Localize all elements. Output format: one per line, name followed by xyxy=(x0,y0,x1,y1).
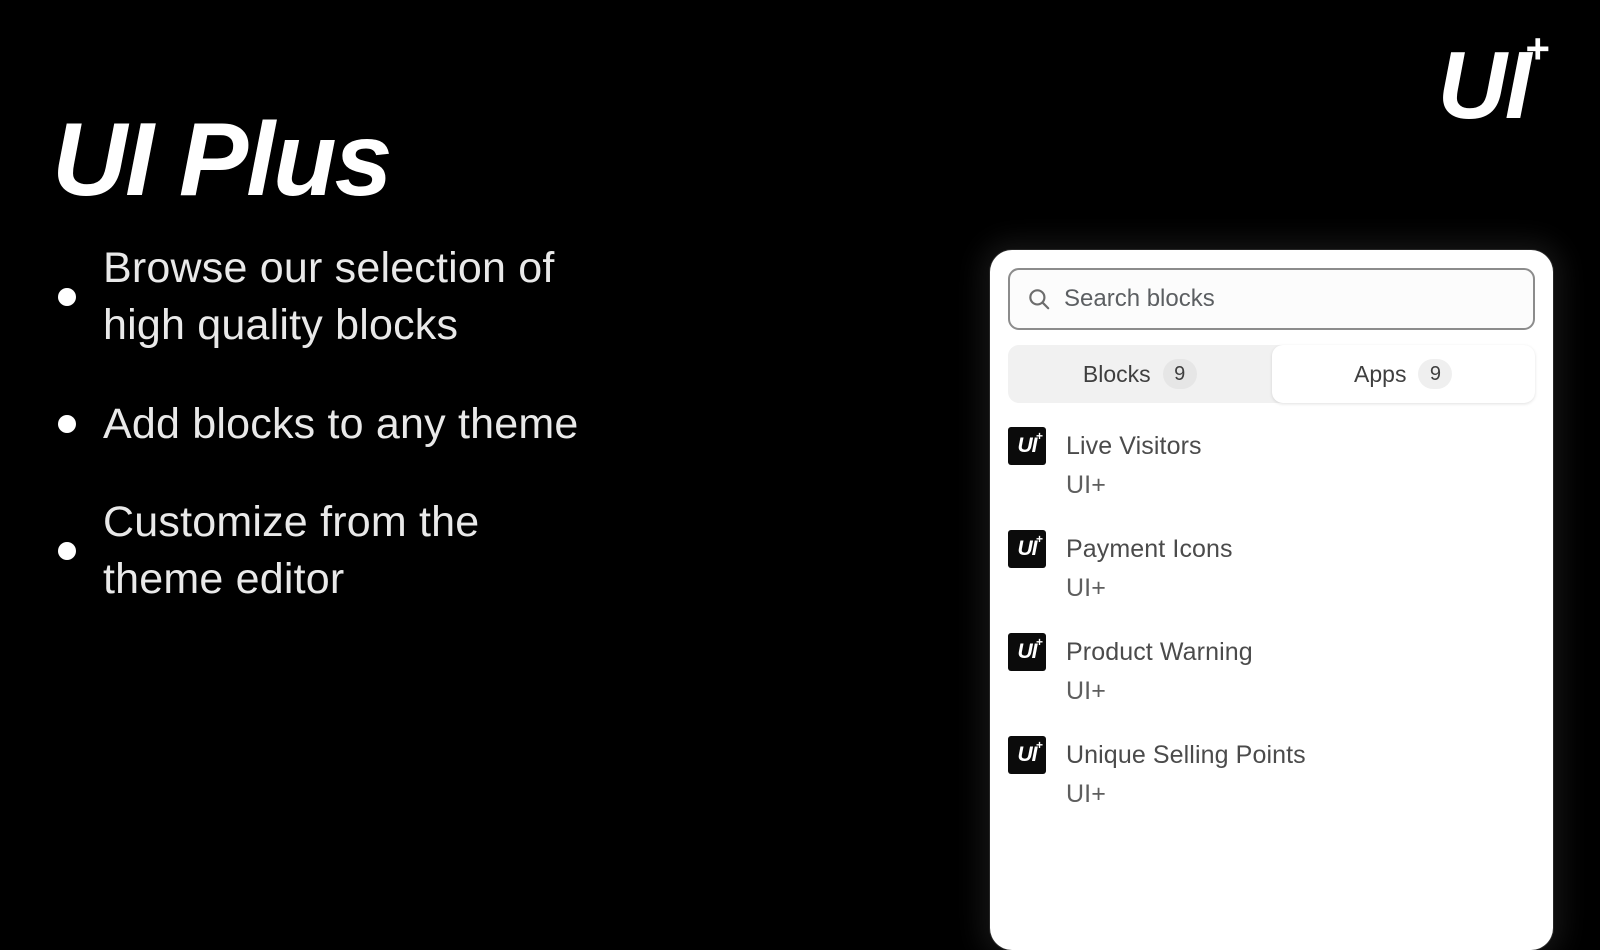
tab-apps-count: 9 xyxy=(1418,359,1453,389)
feature-item: Customize from the theme editor xyxy=(58,494,878,608)
block-picker-panel: Blocks 9 Apps 9 UI+ Live Visitors UI+ UI… xyxy=(990,250,1553,950)
tab-blocks-label: Blocks xyxy=(1082,360,1151,387)
list-item[interactable]: UI + Product Warning UI+ xyxy=(1008,633,1535,706)
app-tile-text: UI xyxy=(1017,640,1038,663)
list-item-row: UI + Unique Selling Points xyxy=(1008,736,1535,774)
app-tile-plus-icon: + xyxy=(1035,532,1043,546)
app-tile-icon: UI + xyxy=(1008,427,1046,465)
search-icon xyxy=(1029,289,1050,310)
brand-logo-text: UI xyxy=(1437,32,1531,139)
app-tile-icon: UI + xyxy=(1008,633,1046,671)
brand-logo-plus-icon: + xyxy=(1525,25,1549,72)
feature-item: Browse our selection of high quality blo… xyxy=(58,240,878,354)
feature-list: Browse our selection of high quality blo… xyxy=(58,240,878,650)
tab-blocks[interactable]: Blocks 9 xyxy=(1008,345,1272,403)
list-item[interactable]: UI + Unique Selling Points UI+ xyxy=(1008,736,1535,809)
bullet-icon xyxy=(58,542,76,560)
list-item-title: Payment Icons xyxy=(1066,534,1233,563)
tab-apps-label: Apps xyxy=(1354,360,1407,387)
app-tile-text: UI xyxy=(1017,434,1038,457)
tab-blocks-count: 9 xyxy=(1162,359,1197,389)
list-item-title: Live Visitors xyxy=(1066,431,1202,460)
panel-inner: Blocks 9 Apps 9 UI+ Live Visitors UI+ UI… xyxy=(990,250,1553,809)
app-tile-plus-icon: + xyxy=(1035,738,1043,752)
feature-text: Customize from the theme editor xyxy=(103,498,480,603)
list-item-title: Product Warning xyxy=(1066,637,1253,666)
app-tile-plus-icon: + xyxy=(1035,635,1043,649)
tab-group: Blocks 9 Apps 9 xyxy=(1008,345,1535,403)
list-item-subtitle: UI+ xyxy=(1066,677,1106,705)
tab-apps[interactable]: Apps 9 xyxy=(1271,345,1535,403)
search-field[interactable] xyxy=(1008,268,1535,330)
list-item[interactable]: UI + Payment Icons UI+ xyxy=(1008,530,1535,603)
list-item-subtitle: UI+ xyxy=(1066,471,1106,499)
list-item-row: UI + Payment Icons xyxy=(1008,530,1535,568)
feature-text: Add blocks to any theme xyxy=(103,399,579,448)
bullet-icon xyxy=(58,287,76,306)
list-item-subtitle: UI+ xyxy=(1066,780,1106,808)
app-tile-text: UI xyxy=(1017,537,1038,560)
app-tile-icon: UI + xyxy=(1008,736,1046,774)
brand-logo: UI+ xyxy=(1437,25,1552,143)
app-tile-icon: UI + xyxy=(1008,530,1046,568)
app-tile-text: UI xyxy=(1017,743,1038,766)
app-tile-plus-icon: + xyxy=(1035,429,1043,443)
list-item[interactable]: UI + Live Visitors UI+ xyxy=(1008,427,1535,500)
list-item-row: UI + Product Warning xyxy=(1008,633,1535,671)
feature-text: Browse our selection of high quality blo… xyxy=(103,244,555,349)
feature-item: Add blocks to any theme xyxy=(58,396,878,453)
search-input[interactable] xyxy=(1064,285,1517,313)
results-list: UI + Live Visitors UI+ UI + Payment Icons … xyxy=(1008,427,1535,809)
bullet-icon xyxy=(58,414,76,433)
list-item-row: UI + Live Visitors xyxy=(1008,427,1535,465)
page-title: UI Plus xyxy=(52,101,393,218)
list-item-title: Unique Selling Points xyxy=(1066,740,1306,769)
list-item-subtitle: UI+ xyxy=(1066,574,1106,602)
